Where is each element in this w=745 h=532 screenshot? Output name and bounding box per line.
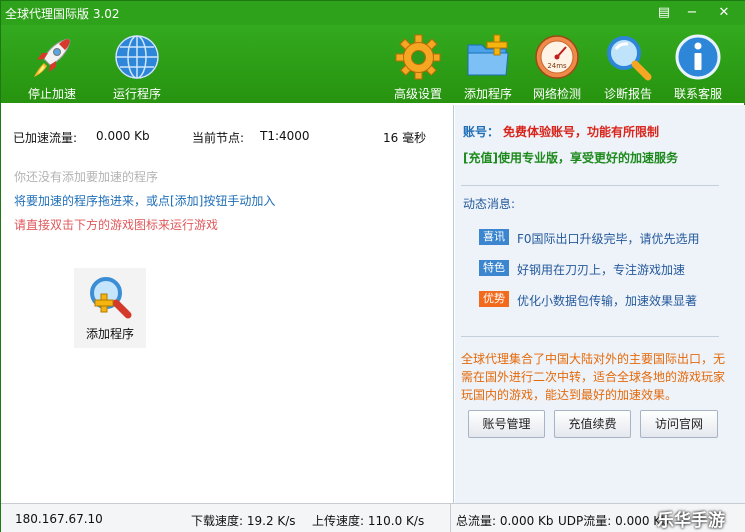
rocket-icon (34, 38, 71, 77)
globe-icon (115, 35, 159, 79)
upgrade-link[interactable]: [充值]使用专业版，享受更好的加速服务 (463, 149, 678, 166)
stop-accel-label: 停止加速 (27, 87, 76, 101)
add-program-tile-label: 添加程序 (85, 327, 134, 341)
news-text-2[interactable]: 好钢用在刀刃上，专注游戏加速 (517, 261, 685, 278)
news-tag-1: 喜讯 (479, 229, 509, 245)
advanced-settings-button[interactable]: 高级设置 (383, 29, 453, 101)
folder-add-icon (467, 34, 509, 76)
close-button[interactable]: ✕ (715, 4, 733, 22)
speedometer-icon: 24ms (535, 35, 579, 79)
hint-none-added: 你还没有添加要加速的程序 (14, 170, 159, 184)
visit-site-button[interactable]: 访问官网 (640, 410, 718, 438)
program-panel[interactable]: 已加速流量: 0.000 Kb 当前节点: T1:4000 16 毫秒 你还没有… (1, 105, 454, 503)
hint-double-click: 请直接双击下方的游戏图标来运行游戏 (14, 218, 219, 232)
status-udp: UDP流量: 0.000 Kb (558, 514, 669, 528)
menu-icon[interactable]: ▤ (655, 4, 673, 22)
advanced-settings-label: 高级设置 (393, 87, 442, 101)
status-bar: 180.167.67.10 下载速度: 19.2 K/s 上传速度: 110.0… (1, 503, 745, 532)
latency-value: 16 毫秒 (383, 131, 427, 145)
news-tag-3: 优势 (479, 291, 509, 307)
recharge-button[interactable]: 充值续费 (554, 410, 631, 438)
status-upload: 上传速度: 110.0 K/s (312, 514, 425, 528)
gear-icon (395, 34, 441, 80)
news-tag-2: 特色 (479, 260, 509, 276)
news-title: 动态消息: (463, 197, 516, 211)
title-bar[interactable]: 全球代理国际版 3.02 ▤ − ✕ (1, 1, 745, 25)
news-text-3[interactable]: 优化小数据包传输，加速效果显著 (517, 292, 697, 309)
add-program-toolbar-label: 添加程序 (463, 87, 512, 101)
gauge-readout: 24ms (547, 62, 567, 70)
accel-traffic-value: 0.000 Kb (96, 129, 150, 143)
window-title: 全球代理国际版 3.02 (5, 7, 120, 21)
run-program-label: 运行程序 (112, 87, 161, 101)
status-ip: 180.167.67.10 (15, 512, 103, 526)
news-text-1[interactable]: F0国际出口升级完毕，请优先选用 (517, 230, 700, 247)
diagnose-button[interactable]: 诊断报告 (593, 29, 663, 101)
node-label: 当前节点: (192, 131, 245, 145)
diagnose-label: 诊断报告 (603, 87, 652, 101)
status-total: 总流量: 0.000 Kb (456, 514, 554, 528)
toolbar: 停止加速 运行程序 高级设置 添加程序 24ms 网络检测 诊断报告 联系客服 (1, 25, 745, 103)
minimize-button[interactable]: − (683, 4, 701, 22)
add-program-magnifier-icon (90, 277, 132, 319)
divider (461, 185, 719, 186)
app-window: 全球代理国际版 3.02 ▤ − ✕ 停止加速 运行程序 高级设置 添加程序 2… (0, 0, 745, 532)
watermark-text: 乐华手游 (657, 511, 725, 531)
service-description: 全球代理集合了中国大陆对外的主要国际出口，无需在国外进行二次中转，适合全球各地的… (461, 352, 726, 402)
status-download: 下载速度: 19.2 K/s (191, 514, 296, 528)
stop-accel-button[interactable]: 停止加速 (17, 29, 87, 101)
magnifier-icon (607, 36, 652, 81)
status-divider (450, 504, 451, 532)
account-value: 免费体验账号，功能有所限制 (503, 125, 660, 139)
support-label: 联系客服 (673, 87, 722, 101)
node-value: T1:4000 (260, 129, 310, 143)
info-panel: 账号： 免费体验账号，功能有所限制 [充值]使用专业版，享受更好的加速服务 动态… (455, 105, 745, 503)
network-check-button[interactable]: 24ms 网络检测 (522, 29, 592, 101)
accel-traffic-label: 已加速流量: (13, 131, 78, 145)
add-program-tile[interactable]: 添加程序 (74, 268, 146, 348)
network-check-label: 网络检测 (532, 87, 581, 101)
hint-drag-in: 将要加速的程序拖进来，或点[添加]按钮手动加入 (14, 194, 276, 208)
info-icon (675, 34, 721, 80)
add-program-toolbar-button[interactable]: 添加程序 (453, 29, 523, 101)
divider (461, 336, 719, 337)
account-label: 账号： (463, 125, 500, 139)
support-button[interactable]: 联系客服 (663, 29, 733, 101)
account-manage-button[interactable]: 账号管理 (468, 410, 545, 438)
run-program-button[interactable]: 运行程序 (102, 29, 172, 101)
